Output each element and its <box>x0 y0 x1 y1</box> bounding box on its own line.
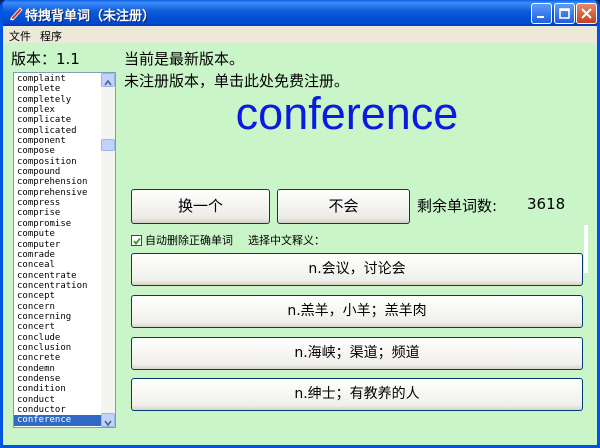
update-status: 当前是最新版本。 <box>124 50 245 68</box>
auto-delete-label: 自动删除正确单词 <box>145 234 233 247</box>
chevron-up-icon <box>104 79 112 86</box>
close-icon <box>581 8 592 19</box>
word-list-item[interactable]: conference <box>14 415 102 426</box>
word-list-item[interactable]: comprise <box>14 208 102 218</box>
scroll-indicator <box>584 225 588 273</box>
word-list-item[interactable]: component <box>14 136 102 146</box>
window-title: 特拽背单词（未注册） <box>25 9 156 24</box>
word-list-item[interactable]: complicate <box>14 115 102 125</box>
choice-button-4[interactable]: n.绅士；有教养的人 <box>131 378 583 411</box>
minimize-button[interactable] <box>531 3 552 24</box>
menu-file[interactable]: 文件 <box>9 28 31 44</box>
app-window: 特拽背单词（未注册） 文件 程序 版本：1.1 当前是最新版本。 未注册版本，单… <box>0 0 600 448</box>
choice-button-2[interactable]: n.羔羊，小羊；羔羊肉 <box>131 295 583 328</box>
word-list-item[interactable]: compromise <box>14 219 102 229</box>
word-list-item[interactable]: compound <box>14 167 102 177</box>
title-bar[interactable]: 特拽背单词（未注册） <box>3 0 597 26</box>
scroll-down-button[interactable] <box>101 413 115 427</box>
word-list-item[interactable]: comprehension <box>14 177 102 187</box>
word-list-item[interactable]: compress <box>14 198 102 208</box>
scroll-up-button[interactable] <box>101 73 115 87</box>
next-word-button[interactable]: 换一个 <box>131 189 270 224</box>
menu-program[interactable]: 程序 <box>40 28 62 44</box>
dont-know-button[interactable]: 不会 <box>277 189 410 224</box>
word-list-item[interactable]: condense <box>14 374 102 384</box>
choice-button-3[interactable]: n.海峡；渠道；频道 <box>131 337 583 370</box>
word-list-item[interactable]: conductor <box>14 405 102 415</box>
checkbox-box[interactable] <box>131 235 142 246</box>
word-list-item[interactable]: condition <box>14 384 102 394</box>
choice-button-1[interactable]: n.会议，讨论会 <box>131 253 583 286</box>
auto-delete-checkbox[interactable]: 自动删除正确单词 <box>131 232 233 248</box>
remaining-count: 3618 <box>527 195 566 213</box>
checkmark-icon <box>133 237 141 245</box>
word-list-item[interactable]: comprehensive <box>14 188 102 198</box>
pencil-icon <box>10 7 23 21</box>
word-list-item[interactable]: condemn <box>14 364 102 374</box>
word-list-item[interactable]: concert <box>14 322 102 332</box>
word-list-item[interactable]: computer <box>14 240 102 250</box>
word-list-item[interactable]: complaint <box>14 74 102 84</box>
word-list-item[interactable]: complete <box>14 84 102 94</box>
maximize-button[interactable] <box>554 3 575 24</box>
word-list-item[interactable]: complex <box>14 105 102 115</box>
current-word: conference <box>235 88 459 139</box>
word-list-item[interactable]: completely <box>14 95 102 105</box>
word-list-item[interactable]: composition <box>14 157 102 167</box>
scroll-thumb[interactable] <box>101 139 115 151</box>
word-list-item[interactable]: concentrate <box>14 271 102 281</box>
word-list-item[interactable]: conceal <box>14 260 102 270</box>
word-list-item[interactable]: conclude <box>14 333 102 343</box>
maximize-icon <box>559 8 570 19</box>
word-list-item[interactable]: concern <box>14 302 102 312</box>
menu-bar: 文件 程序 <box>3 26 597 43</box>
word-list-item[interactable]: compose <box>14 146 102 156</box>
word-list[interactable]: complaint complete completely complex compli… <box>13 72 116 428</box>
word-list-item[interactable]: concept <box>14 291 102 301</box>
word-list-item[interactable]: complicated <box>14 126 102 136</box>
word-list-item[interactable]: conduct <box>14 395 102 405</box>
minimize-icon <box>537 16 544 18</box>
word-list-item[interactable]: concerning <box>14 312 102 322</box>
close-button[interactable] <box>576 3 597 24</box>
word-list-item[interactable]: comrade <box>14 250 102 260</box>
remaining-label: 剩余单词数: <box>417 197 498 215</box>
word-list-item[interactable]: compute <box>14 229 102 239</box>
chevron-down-icon <box>104 420 112 427</box>
choose-meaning-label: 选择中文释义： <box>248 234 325 247</box>
word-list-item[interactable]: concentration <box>14 281 102 291</box>
word-list-item[interactable]: conclusion <box>14 343 102 353</box>
version-label: 版本：1.1 <box>11 50 80 68</box>
word-list-item[interactable]: concrete <box>14 353 102 363</box>
word-list-scrollbar[interactable] <box>101 73 115 427</box>
